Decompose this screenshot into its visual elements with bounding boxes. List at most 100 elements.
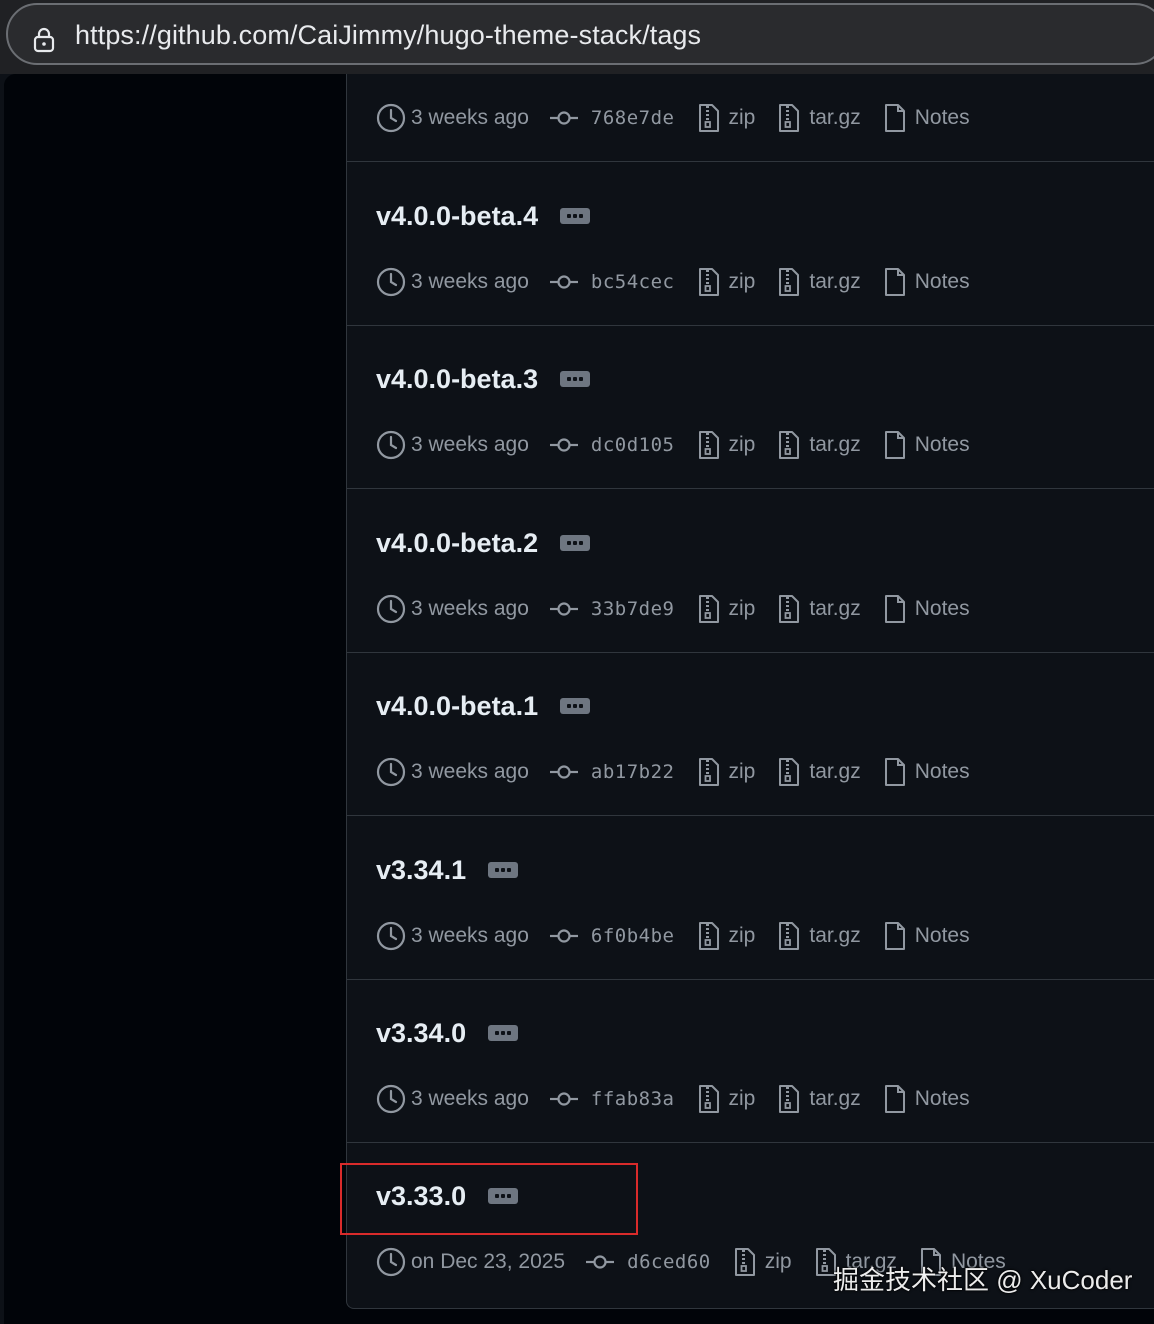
file-zip-icon xyxy=(698,1085,719,1113)
kebab-horizontal-icon[interactable] xyxy=(560,371,591,387)
clock-icon xyxy=(376,594,406,624)
download-targz-link[interactable]: tar.gz xyxy=(809,433,860,457)
tag-meta: 3 weeks ago 768e7de zip tar.gz Notes xyxy=(376,102,970,134)
file-zip-icon xyxy=(698,922,719,950)
tag-meta: 3 weeks ago 6f0b4be zip tar.gz Notes xyxy=(376,920,970,952)
file-zip-icon xyxy=(734,1248,755,1276)
tag-item: v4.0.0-beta.4 3 weeks ago bc54cec zip tar.gz… xyxy=(347,163,1154,326)
tag-name-link[interactable]: v3.34.1 xyxy=(376,855,466,886)
file-icon xyxy=(884,758,905,786)
page-content: 3 weeks ago 768e7de zip tar.gz Notes v4.0.0-b… xyxy=(4,74,1154,1324)
git-commit-icon xyxy=(586,1255,615,1269)
git-commit-icon xyxy=(549,602,578,616)
tag-name-link[interactable]: v4.0.0-beta.2 xyxy=(376,528,538,559)
download-targz-link[interactable]: tar.gz xyxy=(809,106,860,130)
git-commit-icon xyxy=(549,1092,578,1106)
download-targz-link[interactable]: tar.gz xyxy=(809,760,860,784)
kebab-horizontal-icon[interactable] xyxy=(560,535,591,551)
commit-sha-link[interactable]: dc0d105 xyxy=(591,434,675,456)
release-notes-link[interactable]: Notes xyxy=(915,924,970,948)
left-gutter xyxy=(4,74,346,1324)
download-zip-link[interactable]: zip xyxy=(729,924,756,948)
tag-time: 3 weeks ago xyxy=(411,760,529,783)
clock-icon xyxy=(376,1247,406,1277)
download-targz-link[interactable]: tar.gz xyxy=(809,270,860,294)
commit-sha-link[interactable]: 33b7de9 xyxy=(591,598,675,620)
commit-sha-link[interactable]: 768e7de xyxy=(591,107,675,129)
download-zip-link[interactable]: zip xyxy=(765,1250,792,1274)
download-zip-link[interactable]: zip xyxy=(729,433,756,457)
tag-meta: 3 weeks ago 33b7de9 zip tar.gz Notes xyxy=(376,593,970,625)
tag-header: v4.0.0-beta.3 xyxy=(376,362,591,396)
url-text[interactable]: https://github.com/CaiJimmy/hugo-theme-s… xyxy=(75,20,701,51)
file-zip-icon xyxy=(779,104,800,132)
clock-icon xyxy=(376,267,406,297)
tag-list: 3 weeks ago 768e7de zip tar.gz Notes v4.0.0-b… xyxy=(346,74,1154,1309)
tag-header: v3.34.0 xyxy=(376,1016,519,1050)
file-zip-icon xyxy=(779,1085,800,1113)
tag-item: v4.0.0-beta.2 3 weeks ago 33b7de9 zip tar.gz… xyxy=(347,490,1154,653)
git-commit-icon xyxy=(549,765,578,779)
kebab-horizontal-icon[interactable] xyxy=(560,698,591,714)
tag-item: v4.0.0-beta.1 3 weeks ago ab17b22 zip tar.gz… xyxy=(347,653,1154,816)
file-zip-icon xyxy=(779,758,800,786)
file-icon xyxy=(884,922,905,950)
tag-time: on Dec 23, 2025 xyxy=(411,1250,566,1273)
tag-header: v3.34.1 xyxy=(376,853,519,887)
clock-icon xyxy=(376,757,406,787)
file-icon xyxy=(884,1085,905,1113)
kebab-horizontal-icon[interactable] xyxy=(560,208,591,224)
tag-name-link[interactable]: v4.0.0-beta.1 xyxy=(376,691,538,722)
tag-time: 3 weeks ago xyxy=(411,924,529,947)
tag-name-link[interactable]: v3.34.0 xyxy=(376,1018,466,1049)
download-zip-link[interactable]: zip xyxy=(729,1087,756,1111)
tag-header: v4.0.0-beta.2 xyxy=(376,526,591,560)
file-icon xyxy=(884,268,905,296)
download-targz-link[interactable]: tar.gz xyxy=(809,1087,860,1111)
download-targz-link[interactable]: tar.gz xyxy=(809,924,860,948)
commit-sha-link[interactable]: 6f0b4be xyxy=(591,925,675,947)
download-targz-link[interactable]: tar.gz xyxy=(809,597,860,621)
file-zip-icon xyxy=(698,431,719,459)
commit-sha-link[interactable]: bc54cec xyxy=(591,271,675,293)
tag-meta: 3 weeks ago ab17b22 zip tar.gz Notes xyxy=(376,756,970,788)
tag-item: 3 weeks ago 768e7de zip tar.gz Notes xyxy=(347,74,1154,162)
commit-sha-link[interactable]: ab17b22 xyxy=(591,761,675,783)
file-zip-icon xyxy=(779,595,800,623)
tag-meta: 3 weeks ago ffab83a zip tar.gz Notes xyxy=(376,1083,970,1115)
file-icon xyxy=(884,595,905,623)
download-zip-link[interactable]: zip xyxy=(729,597,756,621)
file-zip-icon xyxy=(698,595,719,623)
lock-icon[interactable] xyxy=(30,26,58,54)
release-notes-link[interactable]: Notes xyxy=(915,106,970,130)
commit-sha-link[interactable]: d6ced60 xyxy=(627,1251,711,1273)
address-bar[interactable]: https://github.com/CaiJimmy/hugo-theme-s… xyxy=(6,3,1154,65)
tag-header: v4.0.0-beta.1 xyxy=(376,689,591,723)
clock-icon xyxy=(376,921,406,951)
release-notes-link[interactable]: Notes xyxy=(915,270,970,294)
download-zip-link[interactable]: zip xyxy=(729,270,756,294)
tag-time: 3 weeks ago xyxy=(411,597,529,620)
release-notes-link[interactable]: Notes xyxy=(915,1087,970,1111)
release-notes-link[interactable]: Notes xyxy=(915,760,970,784)
release-notes-link[interactable]: Notes xyxy=(915,597,970,621)
file-icon xyxy=(884,104,905,132)
tag-name-link[interactable]: v4.0.0-beta.4 xyxy=(376,201,538,232)
tag-time: 3 weeks ago xyxy=(411,433,529,456)
tag-item: v4.0.0-beta.3 3 weeks ago dc0d105 zip tar.gz… xyxy=(347,326,1154,489)
watermark: 掘金技术社区 @ XuCoder xyxy=(833,1265,1133,1295)
tag-header: v4.0.0-beta.4 xyxy=(376,199,591,233)
download-zip-link[interactable]: zip xyxy=(729,760,756,784)
kebab-horizontal-icon[interactable] xyxy=(488,862,519,878)
file-zip-icon xyxy=(698,758,719,786)
release-notes-link[interactable]: Notes xyxy=(915,433,970,457)
browser-toolbar: https://github.com/CaiJimmy/hugo-theme-s… xyxy=(0,0,1154,74)
tag-time: 3 weeks ago xyxy=(411,106,529,129)
git-commit-icon xyxy=(549,438,578,452)
git-commit-icon xyxy=(549,275,578,289)
download-zip-link[interactable]: zip xyxy=(729,106,756,130)
tag-meta: 3 weeks ago dc0d105 zip tar.gz Notes xyxy=(376,429,970,461)
commit-sha-link[interactable]: ffab83a xyxy=(591,1088,675,1110)
kebab-horizontal-icon[interactable] xyxy=(488,1025,519,1041)
tag-name-link[interactable]: v4.0.0-beta.3 xyxy=(376,364,538,395)
